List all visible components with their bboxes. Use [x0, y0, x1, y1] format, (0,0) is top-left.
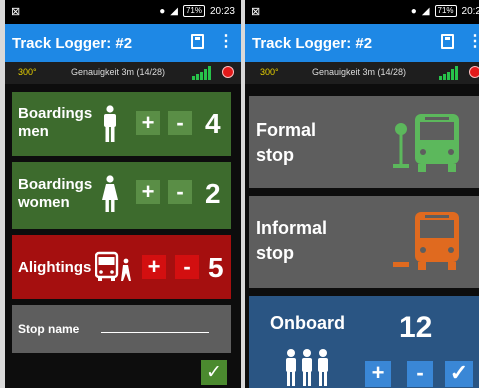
notification-icon: ⊠: [11, 6, 21, 18]
battery-indicator: 71%: [434, 5, 457, 17]
onboard-plus-button[interactable]: +: [365, 361, 391, 387]
status-bar: ⊠ ● ◢ 71% 20:23: [5, 0, 241, 24]
boardings-women-panel: Boardings women + - 2: [12, 162, 231, 229]
man-icon: [104, 105, 116, 142]
gps-signal-icon: [439, 65, 458, 80]
alightings-label: Alightings: [18, 259, 92, 276]
confirm-button[interactable]: ✓: [201, 360, 227, 385]
check-icon: ✓: [206, 362, 222, 383]
bus-alighting-icon: [95, 251, 131, 281]
app-title: Track Logger: #2: [252, 35, 373, 52]
heading-value: 300°: [260, 67, 279, 77]
boardings-men-plus-button[interactable]: +: [136, 111, 160, 135]
alightings-count: 5: [208, 252, 224, 283]
onboard-count: 12: [399, 311, 433, 344]
record-indicator-icon[interactable]: [469, 66, 479, 78]
app-bar: Track Logger: #2 ⋮: [5, 24, 241, 62]
boardings-men-panel: Boardings men + - 4: [12, 92, 231, 156]
save-icon[interactable]: [191, 34, 204, 49]
overflow-menu-icon[interactable]: ⋮: [218, 32, 234, 52]
formal-stop-button[interactable]: Formal stop: [249, 96, 479, 188]
gps-status-bar: 300° Genauigkeit 3m (14/28): [245, 62, 479, 84]
app-bar: Track Logger: #2 ⋮: [245, 24, 479, 62]
record-indicator-icon[interactable]: [222, 66, 234, 78]
informal-stop-label-line2: stop: [256, 243, 294, 263]
stop-name-label: Stop name: [18, 322, 80, 336]
alightings-plus-button[interactable]: +: [142, 255, 166, 279]
save-icon[interactable]: [441, 34, 454, 49]
phone-screen-1: ⊠ ● ◢ 71% 20:23 Track Logger: #2 ⋮ 300° …: [5, 0, 241, 388]
alightings-minus-button[interactable]: -: [175, 255, 199, 279]
alightings-panel: Alightings + - 5: [12, 235, 231, 299]
stop-name-input[interactable]: [101, 332, 209, 333]
boardings-women-label-line1: Boardings: [18, 176, 93, 193]
boardings-men-label-line2: men: [18, 123, 49, 140]
boardings-women-count: 2: [205, 178, 221, 209]
onboard-minus-button[interactable]: -: [407, 361, 433, 387]
boardings-men-label-line1: Boardings: [18, 105, 93, 122]
check-icon: ✓: [449, 360, 469, 385]
bus-icon: [393, 212, 459, 270]
battery-indicator: 71%: [182, 5, 205, 17]
location-icon: ●: [159, 5, 166, 17]
people-icon: [286, 349, 328, 386]
heading-value: 300°: [18, 67, 37, 77]
onboard-label: Onboard: [270, 313, 345, 333]
formal-stop-label-line1: Formal: [256, 120, 317, 140]
boardings-women-plus-button[interactable]: +: [136, 180, 160, 204]
boardings-men-count: 4: [205, 108, 221, 139]
clock: 20:23: [209, 5, 235, 17]
informal-stop-button[interactable]: Informal stop: [249, 196, 479, 288]
accuracy-text: Genauigkeit 3m (14/28): [71, 67, 166, 77]
notification-icon: ⊠: [251, 6, 261, 18]
bus-stop-sign-icon: [393, 114, 459, 172]
informal-stop-label-line1: Informal: [256, 218, 328, 238]
accuracy-text: Genauigkeit 3m (14/28): [312, 67, 407, 77]
signal-icon: ◢: [170, 5, 178, 17]
stop-name-row: Stop name: [12, 305, 231, 353]
app-title: Track Logger: #2: [12, 35, 133, 52]
location-icon: ●: [410, 5, 417, 17]
phone-screen-2: ⊠ ● ◢ 71% 20:2 Track Logger: #2 ⋮ 300° G…: [245, 0, 479, 388]
overflow-menu-icon[interactable]: ⋮: [467, 32, 479, 52]
boardings-men-minus-button[interactable]: -: [168, 111, 192, 135]
woman-icon: [102, 175, 118, 212]
boardings-women-minus-button[interactable]: -: [168, 180, 192, 204]
status-bar: ⊠ ● ◢ 71% 20:2: [245, 0, 479, 24]
onboard-confirm-button[interactable]: ✓: [445, 361, 473, 387]
boardings-women-label-line2: women: [18, 194, 70, 211]
clock: 20:2: [461, 5, 479, 17]
onboard-panel: Onboard 12 + - ✓: [249, 296, 479, 388]
gps-status-bar: 300° Genauigkeit 3m (14/28): [5, 62, 241, 84]
gps-signal-icon: [192, 65, 211, 80]
formal-stop-label-line2: stop: [256, 145, 294, 165]
signal-icon: ◢: [421, 5, 430, 17]
